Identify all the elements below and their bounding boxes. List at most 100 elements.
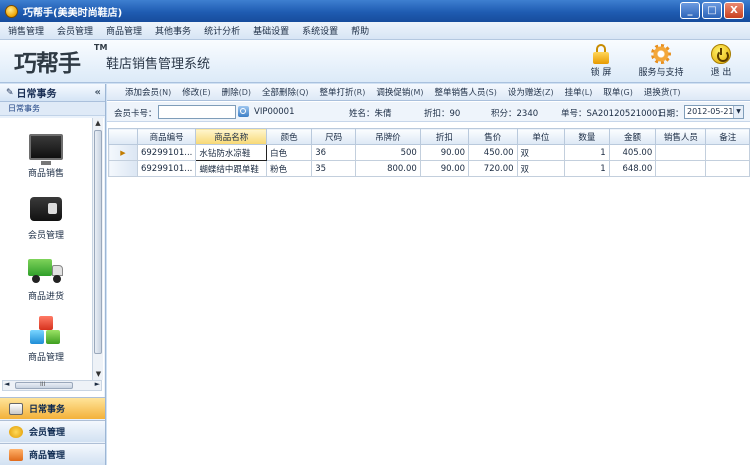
shortcut-key: (L) xyxy=(581,88,593,97)
cell-discount[interactable]: 90.00 xyxy=(419,160,470,177)
cell-size[interactable]: 35 xyxy=(311,160,357,177)
shortcut-key: (Z) xyxy=(541,88,554,97)
cell-tag-price[interactable]: 500 xyxy=(355,144,421,161)
cell-quantity[interactable]: 1 xyxy=(564,144,610,161)
add-member-button[interactable]: 添加会员(N) xyxy=(125,86,171,98)
cell-color[interactable]: 白色 xyxy=(266,144,313,161)
group-daily-affairs[interactable]: 日常事务 xyxy=(0,397,105,419)
exit-button[interactable]: 退 出 xyxy=(706,43,736,78)
menu-basic-settings[interactable]: 基础设置 xyxy=(253,24,289,37)
chevron-down-icon[interactable]: ▼ xyxy=(733,106,743,118)
sidebar-vertical-scrollbar[interactable]: ▲ ▼ xyxy=(92,118,103,380)
cell-tag-price[interactable]: 800.00 xyxy=(355,160,421,177)
cell-salesperson[interactable] xyxy=(655,160,707,177)
button-label: 整单销售人员 xyxy=(434,88,486,98)
scroll-down-arrow[interactable]: ▼ xyxy=(93,369,104,380)
column-header[interactable]: 颜色 xyxy=(266,128,313,145)
row-header xyxy=(108,160,138,177)
column-header[interactable]: 备注 xyxy=(705,128,750,145)
scroll-left-arrow[interactable]: ◄ xyxy=(4,380,9,388)
cell-remark[interactable] xyxy=(705,160,750,177)
sales-grid: 商品编号 商品名称 颜色 尺码 吊牌价 折扣 售价 单位 数量 金额 销售人员 … xyxy=(108,128,750,177)
collapse-sidebar-button[interactable]: « xyxy=(95,87,101,98)
date-picker[interactable]: 2012-05-21 ▼ xyxy=(684,105,744,119)
menu-other[interactable]: 其他事务 xyxy=(155,24,191,37)
column-header[interactable]: 吊牌价 xyxy=(355,128,421,145)
shortcut-product-sales[interactable]: 商品销售 xyxy=(0,128,92,179)
minimize-button[interactable]: _ xyxy=(680,2,700,19)
scroll-up-arrow[interactable]: ▲ xyxy=(93,118,103,129)
shortcut-product-management[interactable]: 商品管理 xyxy=(0,312,92,363)
menu-products[interactable]: 商品管理 xyxy=(106,24,142,37)
column-header[interactable]: 售价 xyxy=(468,128,518,145)
scroll-grip: III xyxy=(40,381,46,388)
cell-product-name[interactable]: 蝴蝶结中跟单鞋 xyxy=(195,160,268,177)
table-row[interactable]: ▶ 69299101... 水钻防水凉鞋 白色 36 500 90.00 450… xyxy=(108,144,750,161)
menu-stats[interactable]: 统计分析 xyxy=(204,24,240,37)
group-product-management[interactable]: 商品管理 xyxy=(0,443,105,465)
group-label: 商品管理 xyxy=(29,451,66,461)
column-header[interactable]: 数量 xyxy=(564,128,610,145)
cell-amount[interactable]: 405.00 xyxy=(608,144,657,161)
set-gift-button[interactable]: 设为赠送(Z) xyxy=(508,86,554,98)
column-header[interactable]: 商品名称 xyxy=(195,128,268,145)
h-scroll-thumb[interactable]: III xyxy=(15,381,73,389)
column-header[interactable]: 单位 xyxy=(516,128,566,145)
scroll-thumb[interactable] xyxy=(94,130,102,354)
cell-quantity[interactable]: 1 xyxy=(564,160,610,177)
close-button[interactable]: X xyxy=(724,2,744,19)
cell-unit[interactable]: 双 xyxy=(516,144,566,161)
cell-color[interactable]: 粉色 xyxy=(266,160,313,177)
cell-sku[interactable]: 69299101... xyxy=(136,144,197,161)
sidebar-section-label: 日常事务 xyxy=(0,102,105,116)
sidebar-horizontal-scrollbar[interactable]: ◄ III ► xyxy=(2,380,102,391)
retrieve-order-button[interactable]: 取单(G) xyxy=(603,86,632,98)
column-header[interactable]: 尺码 xyxy=(311,128,357,145)
shortcut-member-management[interactable]: 会员管理 xyxy=(0,190,92,241)
cell-sku[interactable]: 69299101... xyxy=(136,160,197,177)
column-header[interactable]: 销售人员 xyxy=(655,128,707,145)
menu-sales[interactable]: 销售管理 xyxy=(8,24,44,37)
notebook-icon xyxy=(9,402,23,415)
cell-sale-price[interactable]: 450.00 xyxy=(468,144,518,161)
cell-unit[interactable]: 双 xyxy=(516,160,566,177)
cell-size[interactable]: 36 xyxy=(311,144,357,161)
cell-discount[interactable]: 90.00 xyxy=(419,144,470,161)
shortcut-key: (Q) xyxy=(296,88,309,97)
cell-salesperson[interactable] xyxy=(655,144,707,161)
column-header[interactable]: 折扣 xyxy=(419,128,470,145)
member-card-input[interactable] xyxy=(158,105,236,119)
scroll-right-arrow[interactable]: ► xyxy=(95,380,100,388)
shortcut-product-purchase[interactable]: 商品进货 xyxy=(0,251,92,302)
lock-screen-button[interactable]: 锁 屏 xyxy=(584,43,618,78)
order-salesperson-button[interactable]: 整单销售人员(S) xyxy=(435,86,497,98)
order-discount-button[interactable]: 整单打折(R) xyxy=(320,86,366,98)
group-label: 会员管理 xyxy=(29,428,66,438)
column-header[interactable]: 商品编号 xyxy=(136,128,197,145)
shortcut-label: 商品管理 xyxy=(27,353,64,363)
menu-bar: 销售管理 会员管理 商品管理 其他事务 统计分析 基础设置 系统设置 帮助 xyxy=(0,22,750,40)
cell-amount[interactable]: 648.00 xyxy=(608,160,657,177)
shortcut-key: (R) xyxy=(353,88,366,97)
cell-remark[interactable] xyxy=(705,144,750,161)
menu-members[interactable]: 会员管理 xyxy=(57,24,93,37)
service-support-button[interactable]: 服务与支持 xyxy=(636,43,686,78)
menu-system-settings[interactable]: 系统设置 xyxy=(302,24,338,37)
promotion-button[interactable]: 调换促销(M) xyxy=(376,86,423,98)
hold-order-button[interactable]: 挂单(L) xyxy=(565,86,593,98)
cell-product-name[interactable]: 水钻防水凉鞋 xyxy=(195,144,268,161)
group-member-management[interactable]: 会员管理 xyxy=(0,420,105,442)
menu-help[interactable]: 帮助 xyxy=(351,24,369,37)
search-icon[interactable] xyxy=(238,106,249,117)
return-exchange-button[interactable]: 退换货(T) xyxy=(644,86,681,98)
delete-all-button[interactable]: 全部删除(Q) xyxy=(262,86,309,98)
sidebar-shortcut-panel: 商品销售 会员管理 商品进货 商品管理 ▲ ▼ ◄ III ► xyxy=(0,118,104,414)
delete-button[interactable]: 删除(D) xyxy=(222,86,251,98)
table-row[interactable]: 69299101... 蝴蝶结中跟单鞋 粉色 35 800.00 90.00 7… xyxy=(108,160,750,177)
edit-button[interactable]: 修改(E) xyxy=(182,86,210,98)
sidebar-title: 日常事务 xyxy=(16,89,57,100)
maximize-button[interactable]: □ xyxy=(702,2,722,19)
column-header[interactable]: 金额 xyxy=(608,128,657,145)
cell-sale-price[interactable]: 720.00 xyxy=(468,160,518,177)
member-card-label: 会员卡号： xyxy=(114,109,157,119)
